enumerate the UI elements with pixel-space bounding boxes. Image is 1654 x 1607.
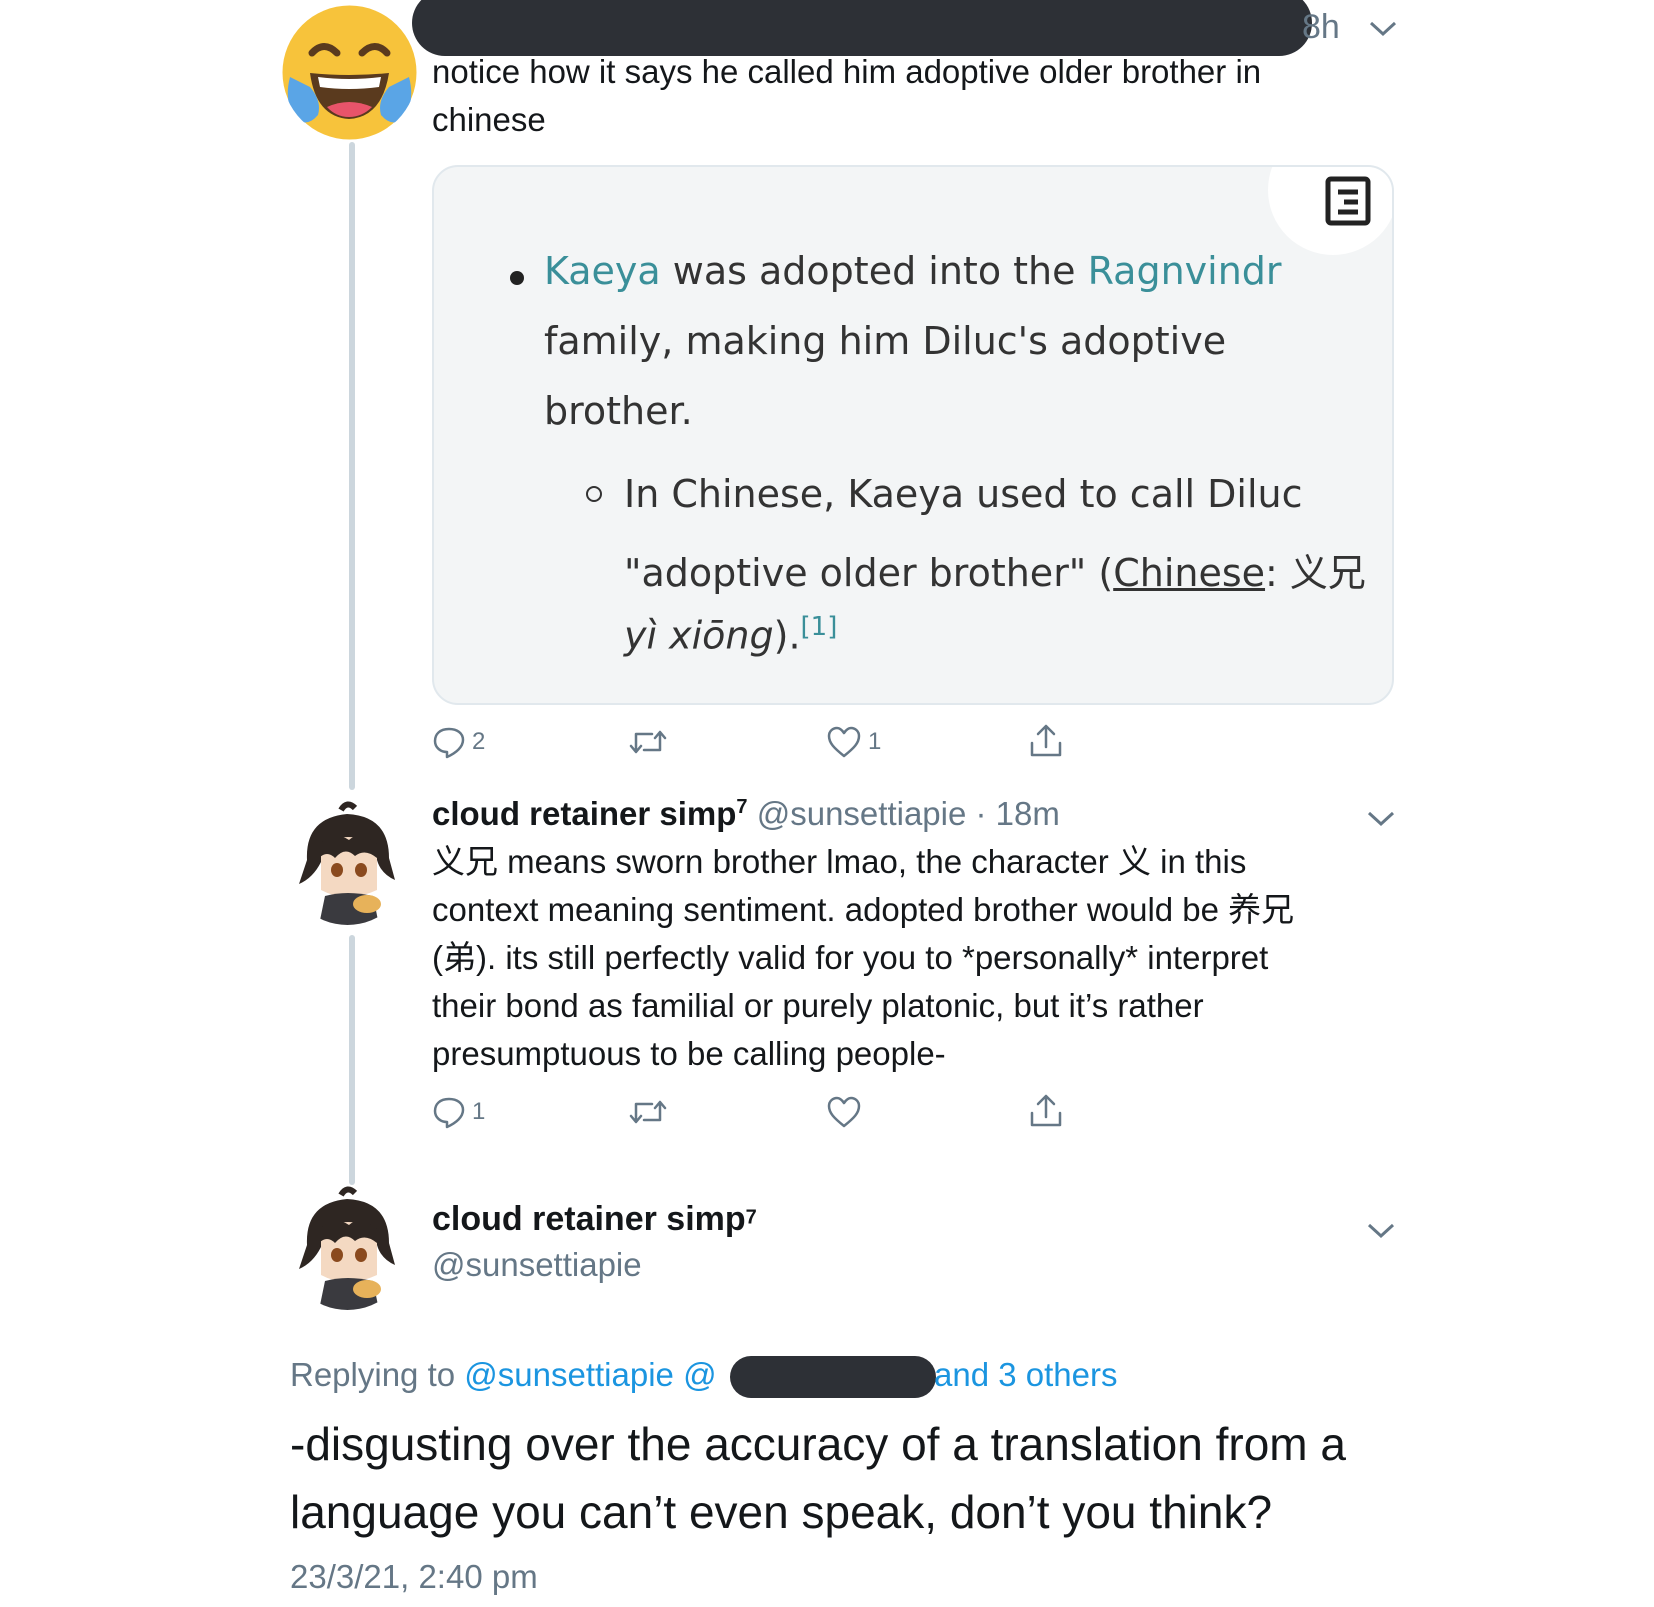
sub-bullet-line: yì xiōng).[1] — [624, 612, 837, 658]
avatar[interactable] — [285, 800, 410, 925]
reply-count: 2 — [472, 728, 486, 755]
tweet-text-line: context meaning sentiment. adopted broth… — [432, 891, 1295, 928]
share-button[interactable] — [1028, 723, 1064, 759]
like-button[interactable] — [826, 1095, 868, 1129]
name-superscript: 7 — [745, 1206, 757, 1229]
thread-line — [349, 935, 355, 1185]
sub-text: "adoptive older brother" ( — [624, 551, 1114, 595]
tweet-timestamp[interactable]: 23/3/21, 2:40 pm — [290, 1558, 538, 1596]
replying-others[interactable]: and 3 others — [934, 1356, 1117, 1394]
like-button[interactable]: 1 — [826, 725, 881, 759]
handle[interactable]: @sunsettiapie — [432, 1246, 642, 1284]
heart-icon — [827, 726, 861, 758]
reply-button[interactable]: 2 — [432, 725, 485, 759]
retweet-button[interactable] — [628, 725, 674, 759]
share-button[interactable] — [1028, 1093, 1064, 1129]
replying-to: Replying to @sunsettiapie @ — [290, 1356, 717, 1394]
chevron-down-icon[interactable] — [1366, 808, 1396, 828]
bullet-line: Kaeya was adopted into the Ragnvindr — [544, 249, 1282, 293]
tweet-text-line: their bond as familial or purely platoni… — [432, 987, 1204, 1024]
replying-handle-2[interactable]: @ — [683, 1356, 717, 1393]
redacted-handle — [730, 1356, 936, 1398]
pinyin: yì xiōng — [624, 613, 774, 658]
reply-button[interactable]: 1 — [432, 1095, 485, 1129]
tweet-text-line: -disgusting over the accuracy of a trans… — [290, 1418, 1346, 1470]
tweet-text-line: presumptuous to be calling people- — [432, 1035, 946, 1072]
name-superscript: 7 — [736, 796, 748, 818]
like-count: 1 — [868, 728, 882, 755]
display-name[interactable]: cloud retainer simp — [432, 1200, 746, 1238]
avatar[interactable] — [285, 1185, 410, 1310]
tweet-header: cloud retainer simp7 @sunsettiapie · 18m — [432, 795, 1060, 833]
retweet-icon — [629, 1100, 667, 1124]
bullet-dot — [510, 271, 524, 285]
chevron-down-icon[interactable] — [1366, 1220, 1396, 1240]
retweet-icon — [629, 730, 667, 754]
tweet-time[interactable]: · 18m — [976, 795, 1060, 832]
heart-icon — [827, 1096, 861, 1128]
kaeya-link[interactable]: Kaeya — [544, 249, 661, 293]
sub-bullet-line: In Chinese, Kaeya used to call Diluc — [624, 472, 1303, 516]
share-icon — [1030, 724, 1062, 757]
reply-icon — [433, 1097, 465, 1129]
sub-bullet-circle — [586, 486, 602, 502]
reference-link[interactable]: [1] — [801, 612, 838, 642]
thread-line — [349, 142, 355, 790]
sub-bullet-line: "adoptive older brother" (Chinese: 义兄 — [624, 542, 1366, 597]
share-icon — [1030, 1094, 1062, 1127]
tweet-time[interactable]: 8h — [1302, 8, 1340, 47]
retweet-button[interactable] — [628, 1095, 674, 1129]
sub-text: : 义兄 — [1265, 551, 1366, 595]
tweet-header: cloud retainer simp7 — [432, 1200, 757, 1239]
tweet-text-line: 义兄 means sworn brother lmao, the charact… — [432, 843, 1247, 880]
avatar[interactable] — [282, 5, 417, 140]
reply-icon — [433, 727, 465, 759]
image-card[interactable]: Kaeya was adopted into the Ragnvindr fam… — [432, 165, 1394, 705]
chibi-character-avatar-icon — [285, 800, 410, 925]
reply-count: 1 — [472, 1098, 486, 1125]
tweet-text-line: chinese — [432, 101, 546, 138]
tweet-text: notice how it says he called him adoptiv… — [432, 48, 1392, 144]
document-icon — [1325, 176, 1371, 226]
chibi-character-avatar-icon — [285, 1185, 410, 1310]
sub-text: ). — [773, 613, 801, 658]
ragnvindr-link[interactable]: Ragnvindr — [1088, 249, 1282, 293]
bullet-text: was adopted into the — [660, 249, 1088, 293]
display-name[interactable]: cloud retainer simp — [432, 795, 736, 832]
handle[interactable]: @sunsettiapie — [757, 795, 967, 832]
tweet-text: -disgusting over the accuracy of a trans… — [290, 1410, 1490, 1546]
chinese-link[interactable]: Chinese — [1113, 551, 1265, 595]
tweet-text-line: language you can’t even speak, don’t you… — [290, 1486, 1273, 1538]
tweet-text-line: notice how it says he called him adoptiv… — [432, 53, 1262, 90]
chevron-down-icon[interactable] — [1368, 18, 1398, 38]
replying-handle[interactable]: @sunsettiapie — [464, 1356, 674, 1393]
tweet-text: 义兄 means sworn brother lmao, the charact… — [432, 838, 1392, 1078]
bullet-line: family, making him Diluc's adoptive — [544, 319, 1227, 363]
laughing-crying-emoji-icon — [282, 5, 417, 140]
replying-prefix: Replying to — [290, 1356, 465, 1393]
tweet-text-line: (弟). its still perfectly valid for you t… — [432, 939, 1269, 976]
bullet-line: brother. — [544, 389, 693, 433]
